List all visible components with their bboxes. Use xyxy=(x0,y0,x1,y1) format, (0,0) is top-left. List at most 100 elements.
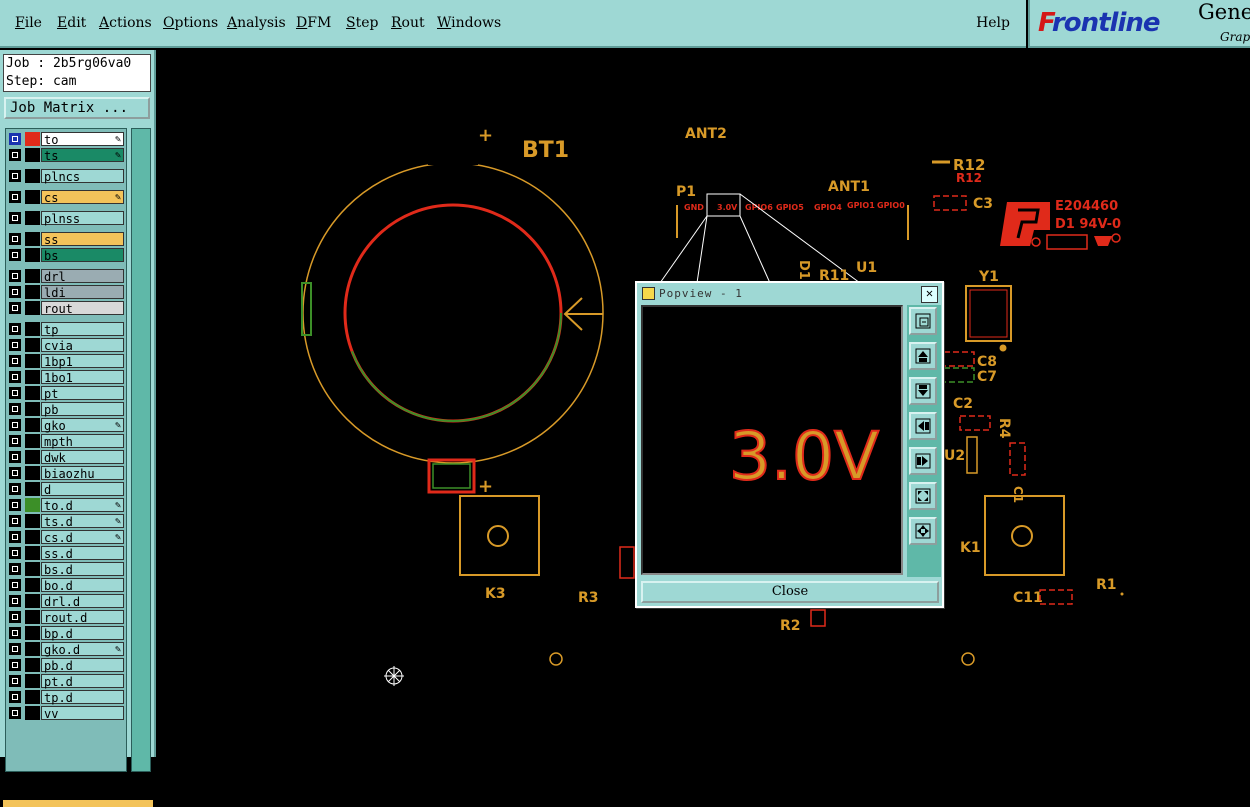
layer-checkbox[interactable] xyxy=(9,302,21,314)
layer-row-mpth[interactable]: mpth xyxy=(6,434,126,449)
layer-row-bo-d[interactable]: bo.d xyxy=(6,578,126,593)
layer-row-ss-d[interactable]: ss.d xyxy=(6,546,126,561)
layer-name[interactable]: cvia xyxy=(41,338,124,353)
layer-name[interactable]: pb xyxy=(41,402,124,417)
layer-name[interactable]: cs.d ✎ xyxy=(41,530,124,545)
layer-color-swatch[interactable] xyxy=(25,482,40,496)
layer-row-pb-d[interactable]: pb.d xyxy=(6,658,126,673)
layer-color-swatch[interactable] xyxy=(25,562,40,576)
layer-name[interactable]: ts.d ✎ xyxy=(41,514,124,529)
layer-checkbox[interactable] xyxy=(9,563,21,575)
layer-name[interactable]: vv xyxy=(41,706,124,721)
layer-name[interactable]: to.d ✎ xyxy=(41,498,124,513)
layer-name[interactable]: d xyxy=(41,482,124,497)
menu-step[interactable]: Step xyxy=(346,15,378,31)
layer-name[interactable]: pt xyxy=(41,386,124,401)
layer-color-swatch[interactable] xyxy=(25,232,40,246)
layer-color-swatch[interactable] xyxy=(25,169,40,183)
layer-color-swatch[interactable] xyxy=(25,498,40,512)
layer-row-gko-d[interactable]: gko.d ✎ xyxy=(6,642,126,657)
layer-checkbox[interactable] xyxy=(9,467,21,479)
layer-checkbox[interactable] xyxy=(9,387,21,399)
layer-color-swatch[interactable] xyxy=(25,610,40,624)
layer-row-to-d[interactable]: to.d ✎ xyxy=(6,498,126,513)
layer-checkbox[interactable] xyxy=(9,371,21,383)
layer-color-swatch[interactable] xyxy=(25,594,40,608)
layer-color-swatch[interactable] xyxy=(25,578,40,592)
layer-checkbox[interactable] xyxy=(9,659,21,671)
layer-checkbox[interactable] xyxy=(9,675,21,687)
layer-color-swatch[interactable] xyxy=(25,285,40,299)
layer-name[interactable]: mpth xyxy=(41,434,124,449)
layer-checkbox[interactable] xyxy=(9,403,21,415)
layer-color-swatch[interactable] xyxy=(25,418,40,432)
layer-row-to[interactable]: to ✎ xyxy=(6,132,126,147)
layer-name[interactable]: to ✎ xyxy=(41,132,124,147)
layer-name[interactable]: gko ✎ xyxy=(41,418,124,433)
layer-name[interactable]: ldi xyxy=(41,285,124,300)
layer-color-swatch[interactable] xyxy=(25,322,40,336)
layer-checkbox[interactable] xyxy=(9,499,21,511)
popview-titlebar[interactable]: Popview - 1 ✕ xyxy=(639,285,940,303)
layer-color-swatch[interactable] xyxy=(25,402,40,416)
layer-checkbox[interactable] xyxy=(9,133,21,145)
pan-down-button[interactable] xyxy=(909,377,937,405)
layer-name[interactable]: gko.d ✎ xyxy=(41,642,124,657)
layer-color-swatch[interactable] xyxy=(25,354,40,368)
close-icon[interactable]: ✕ xyxy=(921,286,938,303)
layer-checkbox[interactable] xyxy=(9,595,21,607)
layer-name[interactable]: bo.d xyxy=(41,578,124,593)
layer-checkbox[interactable] xyxy=(9,323,21,335)
layer-color-swatch[interactable] xyxy=(25,386,40,400)
layer-name[interactable]: drl xyxy=(41,269,124,284)
zoom-fit-button[interactable] xyxy=(909,307,937,335)
layer-checkbox[interactable] xyxy=(9,339,21,351)
layer-row-plnss[interactable]: plnss xyxy=(6,211,126,226)
menu-rout[interactable]: Rout xyxy=(391,15,425,31)
layer-color-swatch[interactable] xyxy=(25,190,40,204)
layer-checkbox[interactable] xyxy=(9,451,21,463)
layer-checkbox[interactable] xyxy=(9,249,21,261)
layer-color-swatch[interactable] xyxy=(25,338,40,352)
layer-color-swatch[interactable] xyxy=(25,269,40,283)
layer-color-swatch[interactable] xyxy=(25,514,40,528)
layer-checkbox[interactable] xyxy=(9,707,21,719)
layer-name[interactable]: ss xyxy=(41,232,124,247)
menu-help[interactable]: Help xyxy=(976,15,1010,31)
zoom-in-button[interactable] xyxy=(909,482,937,510)
layer-row-tp-d[interactable]: tp.d xyxy=(6,690,126,705)
layer-color-swatch[interactable] xyxy=(25,706,40,720)
layer-name[interactable]: drl.d xyxy=(41,594,124,609)
layer-row-vv[interactable]: vv xyxy=(6,706,126,721)
layer-row-ts[interactable]: ts ✎ xyxy=(6,148,126,163)
layer-name[interactable]: plnss xyxy=(41,211,124,226)
layer-row-pt[interactable]: pt xyxy=(6,386,126,401)
layer-color-swatch[interactable] xyxy=(25,450,40,464)
menu-dfm[interactable]: DFM xyxy=(296,15,331,31)
layer-row-ss[interactable]: ss xyxy=(6,232,126,247)
layer-name[interactable]: 1bp1 xyxy=(41,354,124,369)
layer-checkbox[interactable] xyxy=(9,643,21,655)
layer-color-swatch[interactable] xyxy=(25,370,40,384)
layer-row-pb[interactable]: pb xyxy=(6,402,126,417)
menu-analysis[interactable]: Analysis xyxy=(227,15,286,31)
layer-row-drl[interactable]: drl xyxy=(6,269,126,284)
layer-row-rout-d[interactable]: rout.d xyxy=(6,610,126,625)
layer-checkbox[interactable] xyxy=(9,170,21,182)
pan-up-button[interactable] xyxy=(909,342,937,370)
layer-name[interactable]: pt.d xyxy=(41,674,124,689)
layer-color-swatch[interactable] xyxy=(25,626,40,640)
layer-color-swatch[interactable] xyxy=(25,466,40,480)
layer-checkbox[interactable] xyxy=(9,483,21,495)
layer-color-swatch[interactable] xyxy=(25,148,40,162)
layer-checkbox[interactable] xyxy=(9,233,21,245)
zoom-out-button[interactable] xyxy=(909,517,937,545)
layer-name[interactable]: pb.d xyxy=(41,658,124,673)
menu-windows[interactable]: Windows xyxy=(437,15,501,31)
layer-color-swatch[interactable] xyxy=(25,301,40,315)
layer-row-cs[interactable]: cs ✎ xyxy=(6,190,126,205)
pan-left-button[interactable] xyxy=(909,412,937,440)
layer-name[interactable]: rout xyxy=(41,301,124,316)
layer-row-ts-d[interactable]: ts.d ✎ xyxy=(6,514,126,529)
layer-checkbox[interactable] xyxy=(9,286,21,298)
